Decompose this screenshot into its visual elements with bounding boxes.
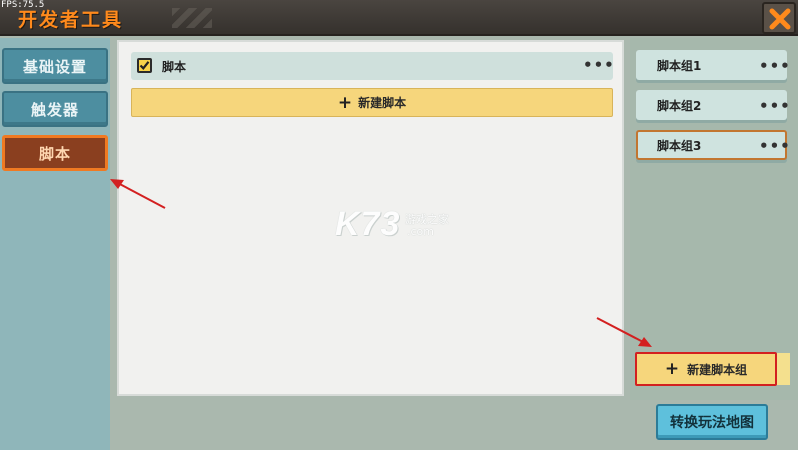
new-group-button-edge (777, 353, 790, 385)
script-group-item[interactable]: 脚本组1 ••• (636, 50, 790, 80)
script-name: 脚本 (162, 60, 187, 74)
plus-icon: + (664, 359, 680, 379)
close-button[interactable] (762, 2, 796, 34)
checkmark-icon (139, 61, 150, 70)
new-script-button[interactable]: + 新建脚本 (131, 88, 613, 117)
title-decoration (172, 8, 212, 28)
new-script-label: 新建脚本 (358, 96, 407, 110)
title-bar: FPS:75.5 开发者工具 (0, 0, 798, 36)
tab-scripts[interactable]: 脚本 (2, 135, 108, 171)
tab-label: 触发器 (30, 100, 79, 119)
script-item[interactable]: 脚本 ••• (131, 52, 615, 80)
script-more-button[interactable]: ••• (583, 58, 615, 73)
script-group-item-selected[interactable]: 脚本组3 ••• (636, 130, 790, 160)
plus-icon: + (337, 92, 353, 113)
watermark-domain: .com (407, 225, 434, 238)
group-name: 脚本组3 (657, 139, 702, 153)
switch-map-button[interactable]: 转换玩法地图 (656, 404, 768, 440)
tab-basic-settings[interactable]: 基础设置 (2, 48, 108, 84)
tab-label: 基础设置 (22, 57, 87, 76)
watermark: K73 游戏之家 .com (335, 205, 465, 245)
group-name: 脚本组1 (657, 59, 702, 73)
group-more-button[interactable]: ••• (759, 99, 791, 114)
new-group-label: 新建脚本组 (687, 362, 748, 377)
watermark-logo: K73 (335, 205, 401, 243)
group-name: 脚本组2 (657, 99, 702, 113)
switch-map-label: 转换玩法地图 (670, 415, 754, 431)
tab-triggers[interactable]: 触发器 (2, 91, 108, 127)
group-more-button[interactable]: ••• (759, 139, 791, 154)
new-script-group-button[interactable]: + 新建脚本组 (635, 352, 777, 386)
script-enable-checkbox[interactable] (137, 58, 152, 73)
close-x-icon (769, 8, 791, 30)
script-group-item[interactable]: 脚本组2 ••• (636, 90, 790, 120)
tab-label: 脚本 (38, 144, 71, 163)
window-title: 开发者工具 (18, 9, 124, 31)
group-more-button[interactable]: ••• (759, 59, 791, 74)
